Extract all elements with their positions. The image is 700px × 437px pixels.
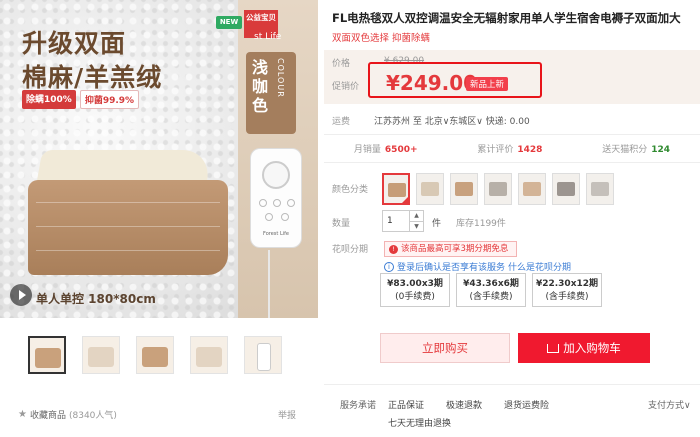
play-video-icon[interactable] — [10, 284, 32, 306]
review-count[interactable]: 累计评价 1428 — [477, 142, 542, 155]
bacteria-badge: 抑菌99.9% — [79, 90, 140, 109]
shipping-destination[interactable]: 江苏苏州 至 北京∨东城区∨ 快递: 0.00 — [374, 114, 530, 127]
service-item[interactable]: 退货运费险 — [504, 398, 549, 411]
image-caption: 单人单控 180*80cm — [36, 292, 156, 306]
quantity-label: 数量 — [332, 219, 351, 229]
star-icon: ★ — [18, 409, 27, 420]
color-label: 颜色分类 — [332, 185, 369, 195]
tmall-points: 送天猫积分 124 — [602, 145, 671, 155]
report-link[interactable]: 举报 — [278, 408, 296, 421]
shipping-row: 运费 — [332, 114, 350, 127]
remote-button-icon — [287, 199, 295, 207]
quantity-input[interactable] — [382, 210, 410, 232]
payment-method-dropdown[interactable]: 支付方式∨ — [648, 398, 691, 411]
dial-icon — [262, 161, 290, 189]
thumbnail[interactable] — [28, 336, 66, 374]
cart-icon — [547, 344, 560, 353]
monthly-sales: 月销量 6500+ — [353, 145, 418, 155]
decrement-icon[interactable]: ▼ — [410, 222, 423, 232]
increment-icon[interactable]: ▲ — [410, 211, 423, 222]
installment-plan[interactable]: ¥83.00x3期 (0手续费) — [380, 273, 450, 307]
promo-price-label: 促销价 — [332, 82, 360, 92]
huabei-icon: ! — [389, 244, 398, 254]
remote-control-illustration: Forest Life — [250, 148, 302, 248]
huabei-login-hint: i 登录后确认是否享有该服务 什么是花呗分期 — [384, 260, 571, 273]
color-swatch[interactable] — [450, 173, 478, 205]
favorite-label: 收藏商品 — [29, 411, 66, 421]
color-swatch[interactable] — [518, 173, 546, 205]
new-arrival-badge: 新品上新 — [466, 77, 509, 91]
new-tag: NEW — [216, 16, 242, 29]
stats-row: 月销量 6500+ 累计评价 1428 送天猫积分 124 — [324, 142, 700, 155]
service-item[interactable]: 七天无理由退换 — [388, 416, 451, 429]
thumbnail[interactable] — [190, 336, 228, 374]
current-price: ¥249.00 — [386, 71, 478, 95]
buy-now-button[interactable]: 立即购买 — [380, 333, 510, 363]
thumbnail[interactable] — [136, 336, 174, 374]
service-label: 服务承诺 — [340, 401, 377, 411]
add-to-cart-button[interactable]: 加入购物车 — [518, 333, 650, 363]
huabei-label: 花呗分期 — [332, 245, 369, 255]
divider — [324, 134, 700, 135]
service-items: 正品保证 极速退款 退货运费险 — [388, 398, 688, 411]
blanket-illustration — [28, 150, 238, 280]
quantity-stepper: ▲ ▼ — [382, 210, 424, 232]
quantity-unit: 件 — [432, 219, 442, 229]
huabei-info-link[interactable]: 什么是花呗分期 — [508, 260, 571, 273]
stock-text: 库存1199件 — [456, 219, 506, 229]
divider — [324, 162, 700, 163]
color-swatch[interactable] — [382, 173, 410, 205]
color-swatch[interactable] — [484, 173, 512, 205]
favorite-count: (8340人气) — [68, 411, 117, 421]
huabei-login-link[interactable]: 登录后确认是否享有该服务 — [397, 260, 505, 273]
corner-brand: st Life — [254, 32, 282, 42]
product-title: FL电热毯双人双控调温安全无辐射家用单人学生宿舍电褥子双面加大 — [332, 11, 681, 25]
installment-plan[interactable]: ¥22.30x12期 (含手续费) — [532, 273, 602, 307]
product-subtitle: 双面双色选择 抑菌除螨 — [332, 33, 431, 44]
color-swatch[interactable] — [552, 173, 580, 205]
color-swatches — [382, 173, 614, 205]
mite-badge: 除螨100% — [22, 90, 76, 109]
shipping-label: 运费 — [332, 117, 351, 127]
color-name-en: COLOUR — [276, 58, 285, 98]
thumbnail[interactable] — [82, 336, 120, 374]
remote-button-icon — [259, 199, 267, 207]
color-swatch[interactable] — [416, 173, 444, 205]
info-icon: i — [384, 261, 394, 272]
thumbnail-strip — [28, 336, 282, 374]
image-headline-1: 升级双面 — [22, 29, 127, 58]
remote-button-icon — [265, 213, 273, 221]
huabei-promo: ! 该商品最高可享3期分期免息 — [384, 241, 518, 257]
installment-plan[interactable]: ¥43.36x6期 (含手续费) — [456, 273, 526, 307]
favorite-link[interactable]: ★ 收藏商品 (8340人气) — [18, 408, 117, 421]
color-chip: 浅咖色 COLOUR — [246, 52, 296, 134]
thumbnail[interactable] — [244, 336, 282, 374]
cord — [268, 250, 270, 318]
remote-brand: Forest Life — [263, 231, 289, 237]
installment-plans: ¥83.00x3期 (0手续费) ¥43.36x6期 (含手续费) ¥22.30x1… — [380, 273, 602, 307]
service-item[interactable]: 极速退款 — [446, 398, 482, 411]
price-box: 价格 ¥ 629.00 促销价 ¥249.00 新品上新 — [324, 50, 700, 104]
remote-button-icon — [273, 199, 281, 207]
image-badges: 除螨100% 抑菌99.9% — [22, 90, 140, 109]
image-headline-2: 棉麻/羊羔绒 — [22, 63, 163, 92]
remote-button-icon — [281, 213, 289, 221]
orig-price-label: 价格 — [332, 59, 351, 69]
service-item[interactable]: 正品保证 — [388, 398, 424, 411]
color-name-cn: 浅咖色 — [252, 58, 269, 115]
color-swatch[interactable] — [586, 173, 614, 205]
quantity-controls: ▲ ▼ — [410, 210, 424, 232]
divider — [324, 384, 700, 385]
main-product-image[interactable]: 升级双面 棉麻/羊羔绒 除螨100% 抑菌99.9% 浅咖色 COLOUR Fo… — [0, 0, 318, 318]
